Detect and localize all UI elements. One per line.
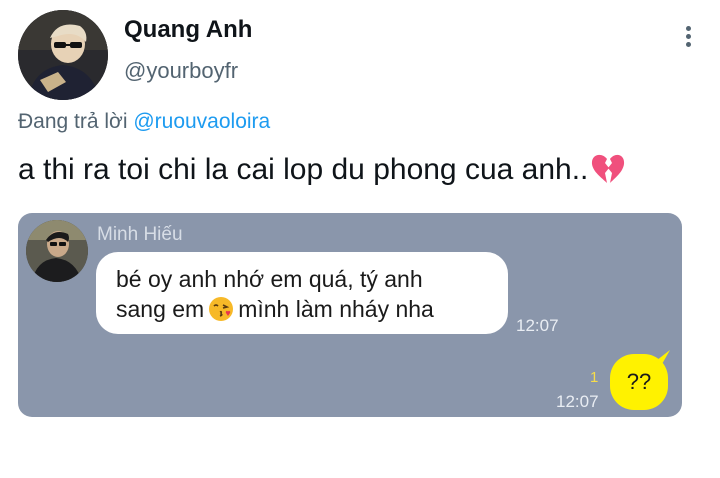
kissing-face-icon xyxy=(208,296,234,329)
incoming-line-2-start: sang em xyxy=(116,296,205,322)
tweet-body: a thi ra toi chi la cai lop du phong cua… xyxy=(18,153,589,186)
incoming-line-1: bé oy anh nhớ em quá, tý anh xyxy=(116,266,423,292)
profile-avatar[interactable] xyxy=(18,10,108,100)
author-name[interactable]: Quang Anh xyxy=(124,16,252,44)
outgoing-text: ?? xyxy=(626,369,652,394)
tweet-text: a thi ra toi chi la cai lop du phong cua… xyxy=(18,153,626,193)
outgoing-message-bubble: ?? xyxy=(610,354,668,410)
outgoing-timestamp: 12:07 xyxy=(556,392,599,411)
contact-name: Minh Hiếu xyxy=(97,224,183,245)
incoming-timestamp: 12:07 xyxy=(516,316,559,335)
incoming-message-bubble: bé oy anh nhớ em quá, tý anh sang em mìn… xyxy=(96,252,508,334)
incoming-line-2-end: mình làm nháy nha xyxy=(238,296,434,322)
replying-to: Đang trả lời @ruouvaoloira xyxy=(18,110,270,134)
replying-prefix: Đang trả lời xyxy=(18,110,128,133)
reply-mention-link[interactable]: @ruouvaoloira xyxy=(133,110,270,133)
incoming-line-2: sang em mình làm nháy nha xyxy=(116,294,508,329)
broken-heart-icon xyxy=(590,153,626,193)
read-count: 1 xyxy=(590,369,599,386)
contact-avatar xyxy=(26,220,88,282)
author-handle[interactable]: @yourboyfr xyxy=(124,58,238,84)
more-vertical-icon[interactable] xyxy=(684,26,692,52)
